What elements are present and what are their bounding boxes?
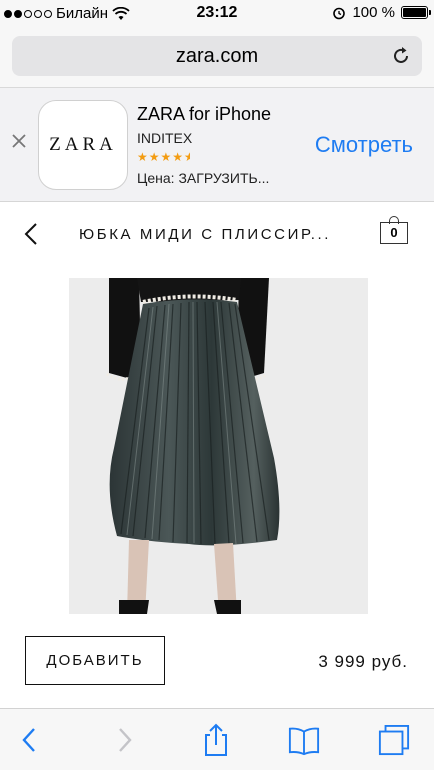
alarm-icon [333,7,346,19]
bookmarks-icon[interactable] [288,723,320,757]
back-arrow-icon[interactable] [22,222,40,246]
tabs-icon[interactable] [378,723,410,757]
status-bar: Билайн 23:12 100 % [0,0,434,28]
battery-icon [401,6,431,19]
zara-logo: ZARA [49,134,117,155]
back-icon[interactable] [14,723,46,757]
rating-stars-icon: ★★★★★ [137,150,190,164]
product-header: ЮБКА МИДИ С ПЛИССИР... 0 [0,202,434,264]
reload-icon[interactable] [390,45,412,67]
close-icon[interactable] [10,132,28,150]
product-price: 3 999 руб. [318,652,408,671]
forward-icon[interactable] [108,723,140,757]
share-icon[interactable] [200,723,232,757]
smart-app-banner: ZARA ZARA for iPhone INDITEX ★★★★★ Цена:… [0,88,434,202]
url-text: zara.com [175,45,259,67]
browser-toolbar [0,708,434,770]
app-name: ZARA for iPhone [137,104,272,124]
add-to-cart-button[interactable]: ДОБАВИТЬ [25,636,165,685]
address-bar[interactable]: zara.com [12,36,422,76]
skirt-photo [69,278,368,614]
app-icon[interactable]: ZARA [38,100,128,190]
app-developer: INDITEX [137,130,193,146]
app-price: Цена: ЗАГРУЗИТЬ... [137,170,270,186]
status-right: 100 % [332,4,431,21]
cart-count: 0 [390,225,398,240]
browser-address-area: zara.com [0,28,434,88]
battery-percent: 100 % [352,4,395,21]
product-image[interactable] [69,278,368,614]
view-app-button[interactable]: Смотреть [315,132,413,158]
shopping-bag-icon[interactable]: 0 [380,216,408,246]
product-title: ЮБКА МИДИ С ПЛИССИР... [79,226,332,243]
